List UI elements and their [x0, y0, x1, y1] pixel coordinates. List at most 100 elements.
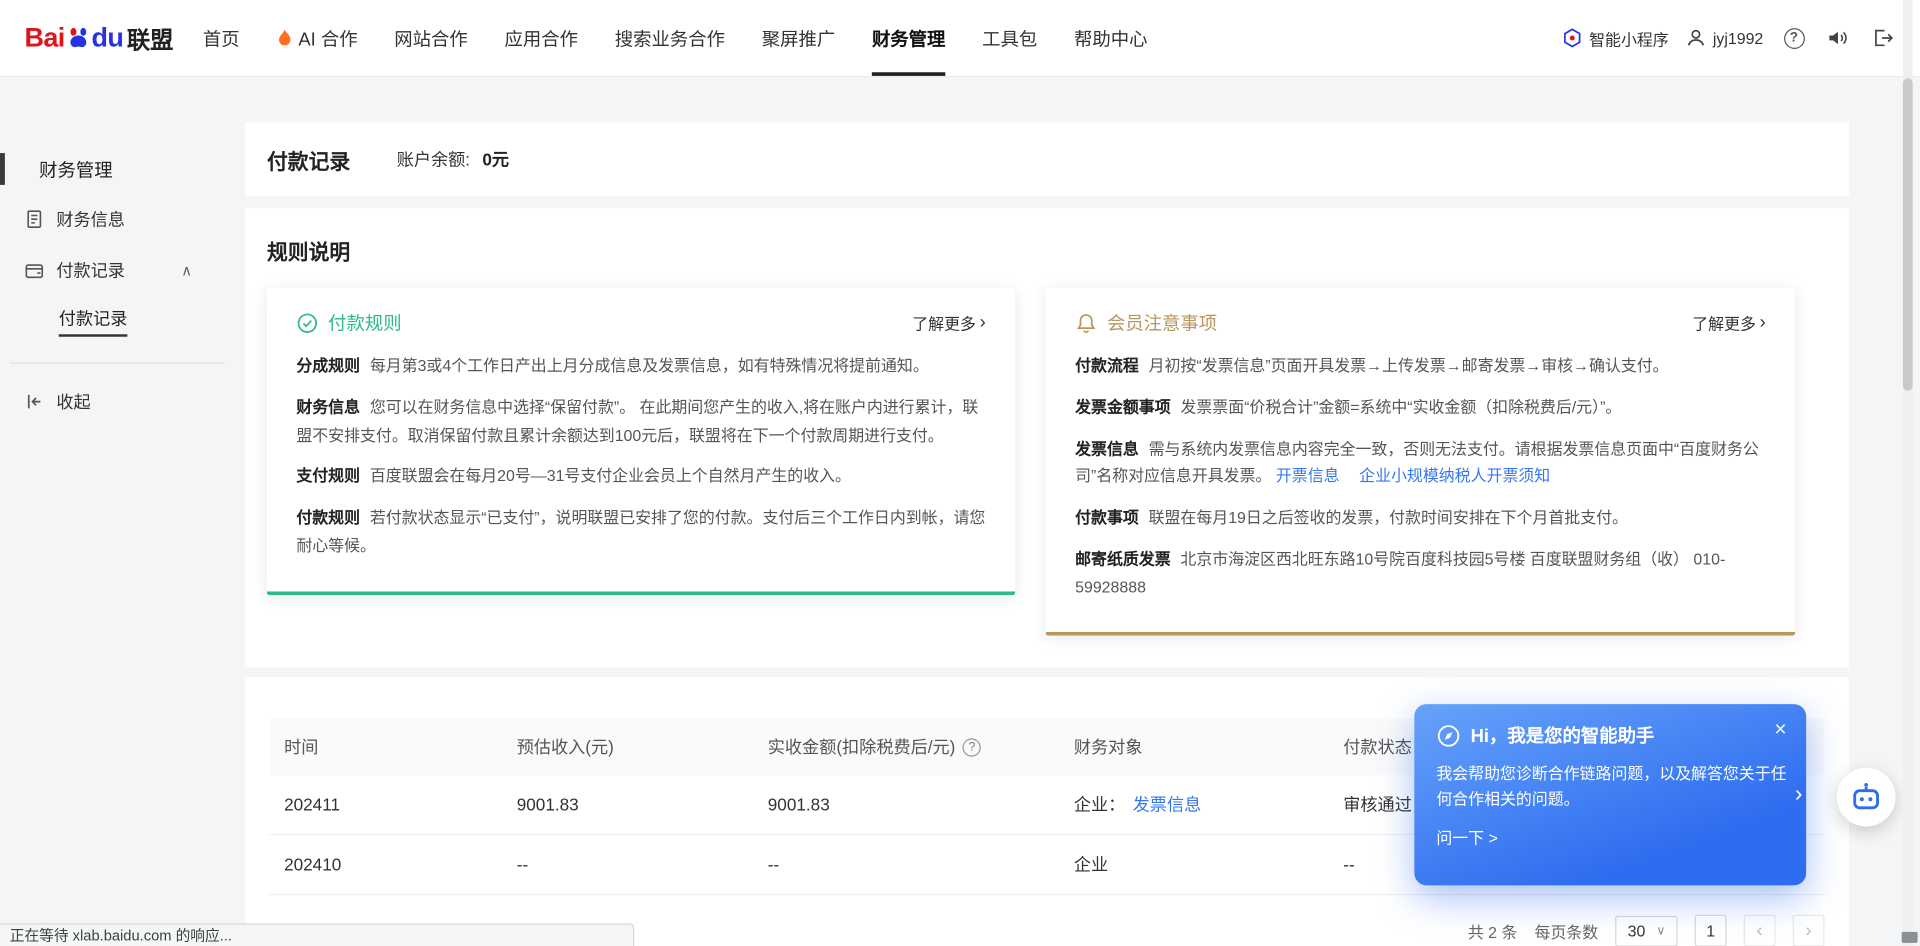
cell-value: 9001.83	[517, 795, 579, 815]
col-header-label: 预估收入(元)	[517, 735, 614, 759]
page-scrollbar-thumb[interactable]	[1903, 78, 1913, 390]
page-number-current[interactable]: 1	[1695, 915, 1727, 946]
sidebar-section-finance-management[interactable]: 财务管理	[0, 144, 245, 193]
chevron-right-icon: ›	[1806, 921, 1812, 942]
small-taxpayer-guide-link[interactable]: 企业小规模纳税人开票须知	[1359, 467, 1550, 485]
nav-item-home[interactable]: 首页	[203, 0, 240, 76]
logout-button[interactable]	[1869, 24, 1896, 51]
collapse-label: 收起	[56, 389, 90, 413]
cell-actual: --	[753, 855, 1059, 875]
more-label: 了解更多	[1692, 311, 1756, 334]
announcement-button[interactable]	[1825, 24, 1852, 51]
cell-value: 企业：	[1074, 793, 1125, 817]
next-message-chevron-icon[interactable]: ›	[1795, 781, 1803, 808]
next-page-button[interactable]: ›	[1793, 915, 1825, 946]
flame-icon	[276, 29, 292, 47]
nav-item-finance-management[interactable]: 财务管理	[872, 0, 945, 76]
rule-desc: 联盟在每月19日之后签收的发票，付款时间安排在下个月首批支付。	[1149, 508, 1628, 526]
sidebar-divider	[10, 362, 226, 363]
chevron-up-icon: ∧	[181, 262, 192, 279]
nav-item-app-cooperation[interactable]: 应用合作	[505, 0, 578, 76]
baidu-union-logo[interactable]: Bai du 联盟	[24, 21, 173, 54]
logo-text-bai: Bai	[24, 22, 64, 54]
assistant-message: 我会帮助您诊断合作链路问题，以及解答您关于任何合作相关的问题。	[1436, 760, 1789, 813]
rule-item: 付款流程月初按“发票信息”页面开具发票→上传发票→邮寄发票→审核→确认支付。	[1075, 353, 1766, 381]
sidebar-section-label: 财务管理	[39, 156, 112, 182]
col-header-estimated-income: 预估收入(元)	[502, 735, 753, 759]
total-count: 共 2 条	[1468, 919, 1518, 942]
rule-item: 邮寄纸质发票北京市海淀区西北旺东路10号院百度科技园5号楼 百度联盟财务组（收）…	[1075, 546, 1766, 602]
collapse-icon	[24, 392, 44, 412]
nav-item-help-center[interactable]: 帮助中心	[1074, 0, 1147, 76]
more-label: 了解更多	[912, 311, 976, 334]
rule-term: 财务信息	[296, 398, 360, 416]
rule-item: 付款规则若付款状态显示“已支付”，说明联盟已安排了您的付款。支付后三个工作日内到…	[296, 504, 985, 560]
cell-estimated: --	[502, 855, 753, 875]
sidebar-item-finance-info[interactable]: 财务信息	[0, 193, 245, 244]
rule-desc: 北京市海淀区西北旺东路10号院百度科技园5号楼 百度联盟财务组（收） 010-5…	[1075, 549, 1725, 595]
close-icon[interactable]: ×	[1774, 718, 1786, 742]
nav-item-website-cooperation[interactable]: 网站合作	[394, 0, 467, 76]
payment-rules-more-link[interactable]: 了解更多 ›	[912, 311, 985, 334]
assistant-fab-button[interactable]	[1837, 768, 1896, 827]
nav-item-search-cooperation[interactable]: 搜索业务合作	[615, 0, 725, 76]
user-account[interactable]: jyj1992	[1686, 28, 1763, 48]
balance-value: 0元	[482, 147, 509, 171]
payment-rules-title: 付款规则	[328, 310, 401, 336]
nav-label: 工具包	[982, 25, 1037, 51]
sidebar-subitem-payment-record[interactable]: 付款记录	[0, 296, 245, 345]
logo-text-union: 联盟	[127, 21, 174, 54]
member-notes-card: 会员注意事项 了解更多 › 付款流程月初按“发票信息”页面开具发票→上传发票→邮…	[1046, 288, 1795, 636]
rule-term: 发票金额事项	[1075, 398, 1171, 416]
nav-label: 财务管理	[872, 25, 945, 51]
miniprogram-label: 智能小程序	[1589, 26, 1669, 49]
prev-page-button[interactable]: ‹	[1744, 915, 1776, 946]
chevron-right-icon: ›	[1760, 312, 1766, 333]
wallet-icon	[24, 261, 44, 281]
paw-icon	[66, 26, 90, 50]
rule-item: 发票信息需与系统内发票信息内容完全一致，否则无法支付。请根据发票信息页面中“百度…	[1075, 435, 1766, 491]
member-notes-header: 会员注意事项 了解更多 ›	[1075, 310, 1766, 336]
chevron-down-icon: ∨	[1656, 924, 1665, 937]
help-icon: ?	[1783, 28, 1804, 49]
rule-term: 发票信息	[1075, 439, 1139, 457]
rule-term: 支付规则	[296, 467, 360, 485]
nav-item-toolkit[interactable]: 工具包	[982, 0, 1037, 76]
logo-text-du: du	[92, 22, 124, 54]
nav-label: 应用合作	[505, 25, 578, 51]
speaker-icon	[1827, 28, 1849, 48]
seal-icon	[296, 312, 318, 334]
page-root: Bai du 联盟 首页 AI 合作 网站合作	[0, 0, 1920, 946]
smart-miniprogram-entry[interactable]: 智能小程序	[1562, 26, 1669, 49]
nav-label: 网站合作	[394, 25, 467, 51]
rule-item: 支付规则百度联盟会在每月20号—31号支付企业会员上个自然月产生的收入。	[296, 463, 985, 491]
nav-item-ai-cooperation[interactable]: AI 合作	[276, 0, 357, 76]
invoice-info-link[interactable]: 开票信息	[1276, 467, 1340, 485]
nav-label: 帮助中心	[1074, 25, 1147, 51]
rules-section: 规则说明 付款规则 了解更多 ›	[245, 208, 1849, 667]
question-circle-icon[interactable]: ?	[963, 738, 981, 756]
ask-now-link[interactable]: 问一下 >	[1436, 825, 1784, 848]
page-size-select[interactable]: 30 ∨	[1615, 916, 1677, 946]
rule-item: 财务信息您可以在财务信息中选择“保留付款”。 在此期间您产生的收入,将在账户内进…	[296, 394, 985, 450]
cell-time: 202411	[269, 795, 502, 815]
col-header-label: 实收金额(扣除税费后/元)	[768, 735, 956, 759]
member-notes-more-link[interactable]: 了解更多 ›	[1692, 311, 1765, 334]
col-header-finance-target: 财务对象	[1059, 735, 1328, 759]
nav-item-screen-promotion[interactable]: 聚屏推广	[762, 0, 835, 76]
username-label: jyj1992	[1713, 29, 1763, 47]
robot-icon	[1849, 780, 1883, 814]
sidebar-collapse-button[interactable]: 收起	[0, 376, 245, 427]
cell-value: 202411	[284, 795, 340, 815]
invoice-info-row-link[interactable]: 发票信息	[1133, 793, 1202, 817]
page-scrollbar-track[interactable]	[1903, 0, 1913, 946]
sidebar-item-payment-record[interactable]: 付款记录 ∧	[0, 245, 245, 296]
page-size-value: 30	[1628, 922, 1646, 940]
col-header-label: 付款状态	[1343, 735, 1412, 759]
cell-value: --	[768, 855, 779, 875]
col-header-label: 时间	[284, 735, 318, 759]
sidebar: 财务管理 财务信息 付款记录 ∧ 付款记录	[0, 76, 245, 946]
cell-value: --	[517, 855, 528, 875]
help-button[interactable]: ?	[1780, 24, 1807, 51]
primary-nav: 首页 AI 合作 网站合作 应用合作 搜索业务合作 聚屏推广 财务管理	[203, 0, 1148, 76]
